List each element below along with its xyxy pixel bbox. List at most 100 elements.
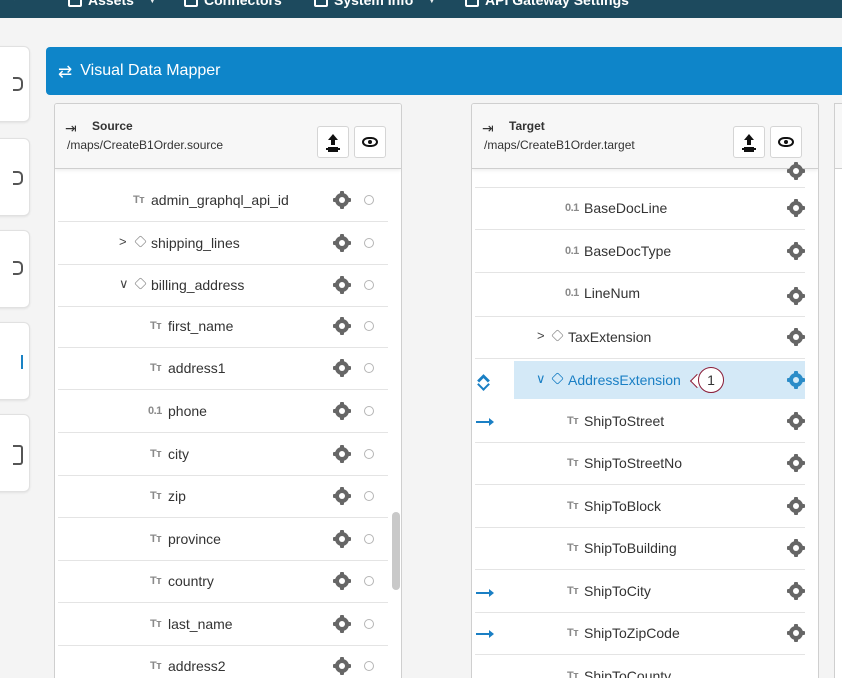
gear-icon[interactable] [333, 191, 351, 209]
tree-row[interactable]: 0.1 phone [58, 391, 388, 433]
tree-row[interactable]: 0.1 LineNum [475, 273, 805, 317]
gear-icon[interactable] [333, 317, 351, 335]
sign-in-icon: ⇥ [65, 120, 77, 136]
tree-row[interactable]: Tт zip [58, 476, 388, 518]
target-upload-button[interactable] [733, 126, 765, 158]
tree-row-partial[interactable] [475, 162, 805, 188]
tree-row[interactable]: Tт ShipToZipCode [475, 613, 805, 655]
rail-card-5[interactable] [0, 414, 30, 492]
mapping-handle[interactable] [364, 406, 374, 416]
gear-icon[interactable] [787, 199, 805, 217]
tree-row[interactable]: Tт city [58, 434, 388, 476]
gear-icon[interactable] [333, 572, 351, 590]
field-label: BaseDocType [584, 243, 672, 259]
mapping-handle[interactable] [364, 491, 374, 501]
tree-row[interactable]: Tт ShipToCity [475, 571, 805, 613]
mapping-handle[interactable] [364, 661, 374, 671]
chevron-down-icon: ▼ [147, 0, 157, 5]
tree-row[interactable]: > TaxExtension [475, 317, 805, 359]
gear-icon[interactable] [333, 615, 351, 633]
gear-icon[interactable] [333, 359, 351, 377]
mapping-handle[interactable] [364, 534, 374, 544]
gear-icon[interactable] [333, 487, 351, 505]
field-label: shipping_lines [151, 235, 240, 251]
tree-row[interactable]: 0.1 BaseDocLine [475, 188, 805, 230]
mapping-handle[interactable] [364, 576, 374, 586]
nav-item-assets[interactable]: Assets ▼ [68, 0, 157, 8]
gear-icon[interactable] [333, 234, 351, 252]
gear-icon[interactable] [787, 412, 805, 430]
tree-row[interactable]: Tт address1 [58, 348, 388, 390]
chevron-down-icon[interactable]: ∨ [536, 371, 546, 387]
gear-icon[interactable] [333, 276, 351, 294]
gear-icon[interactable] [333, 402, 351, 420]
tree-row[interactable]: Tт first_name [58, 306, 388, 348]
gear-icon[interactable] [787, 371, 805, 389]
gear-icon[interactable] [787, 539, 805, 557]
gear-icon[interactable] [333, 445, 351, 463]
text-type-icon: Tт [567, 670, 579, 678]
field-label: phone [168, 403, 207, 419]
nav-item-connectors[interactable]: Connectors [184, 0, 282, 8]
mapping-handle[interactable] [364, 321, 374, 331]
mapper-title: Visual Data Mapper [80, 62, 221, 79]
mapped-arrow-icon [476, 589, 494, 597]
mapping-handle[interactable] [364, 619, 374, 629]
mapping-handle[interactable] [364, 195, 374, 205]
tree-row[interactable]: ∨ billing_address [58, 265, 388, 307]
mapping-handle[interactable] [364, 449, 374, 459]
gear-icon[interactable] [787, 328, 805, 346]
tree-row[interactable]: Tт ShipToBuilding [475, 528, 805, 570]
text-type-icon: Tт [567, 457, 579, 469]
mapping-handle[interactable] [364, 363, 374, 373]
tree-row[interactable]: Tт address2 [58, 646, 388, 678]
swap-arrows-icon: ⇄ [58, 61, 73, 81]
tree-row[interactable]: 0.1 BaseDocType [475, 231, 805, 273]
source-panel-header: ⇥ Source /maps/CreateB1Order.source [55, 104, 401, 169]
target-preview-button[interactable] [770, 126, 802, 158]
gear-icon[interactable] [787, 582, 805, 600]
tree-row[interactable]: > shipping_lines [58, 223, 388, 265]
nav-item-api-gateway-settings[interactable]: API Gateway Settings [465, 0, 629, 8]
tree-row[interactable]: Tт ShipToStreet [475, 401, 805, 443]
text-type-icon: Tт [150, 490, 162, 502]
tree-row[interactable]: Tт ShipToCounty [475, 656, 805, 678]
tree-row[interactable]: Tт province [58, 519, 388, 561]
gear-icon[interactable] [333, 530, 351, 548]
source-upload-button[interactable] [317, 126, 349, 158]
mapping-handle[interactable] [364, 238, 374, 248]
tree-row[interactable]: Tт country [58, 561, 388, 603]
field-label: country [168, 573, 214, 589]
gear-icon[interactable] [787, 242, 805, 260]
tree-row[interactable]: Tт ShipToStreetNo [475, 443, 805, 485]
field-label: admin_graphql_api_id [151, 192, 289, 208]
gear-icon[interactable] [787, 624, 805, 642]
gear-icon[interactable] [787, 162, 805, 180]
gear-icon[interactable] [787, 287, 805, 305]
gear-icon[interactable] [333, 657, 351, 675]
rail-card-1[interactable] [0, 46, 30, 122]
gear-icon[interactable] [787, 497, 805, 515]
nav-item-system-info[interactable]: System Info ▼ [314, 0, 436, 8]
source-preview-button[interactable] [354, 126, 386, 158]
tree-row-selected[interactable]: ∨ AddressExtension [475, 360, 805, 402]
number-type-icon: 0.1 [565, 245, 579, 257]
text-type-icon: Tт [567, 627, 579, 639]
gear-icon[interactable] [787, 454, 805, 472]
field-label: ShipToZipCode [584, 625, 680, 641]
tree-row[interactable]: Tт ShipToBlock [475, 486, 805, 528]
nav-item-partial[interactable]: ▼ [2, 0, 19, 2]
source-scrollbar[interactable] [392, 512, 400, 590]
rail-card-3[interactable] [0, 230, 30, 308]
field-label: address1 [168, 360, 226, 376]
text-type-icon: Tт [150, 575, 162, 587]
chevron-right-icon[interactable]: > [537, 328, 545, 343]
rail-card-4-active[interactable] [0, 322, 30, 400]
tree-row[interactable]: Tт last_name [58, 604, 388, 646]
mapping-handle[interactable] [364, 280, 374, 290]
chevron-right-icon[interactable]: > [119, 234, 127, 249]
rail-card-2[interactable] [0, 138, 30, 216]
mapper-header: ⇄ Visual Data Mapper [46, 47, 842, 95]
tree-row[interactable]: Tт admin_graphql_api_id [58, 180, 388, 222]
chevron-down-icon[interactable]: ∨ [119, 276, 129, 292]
